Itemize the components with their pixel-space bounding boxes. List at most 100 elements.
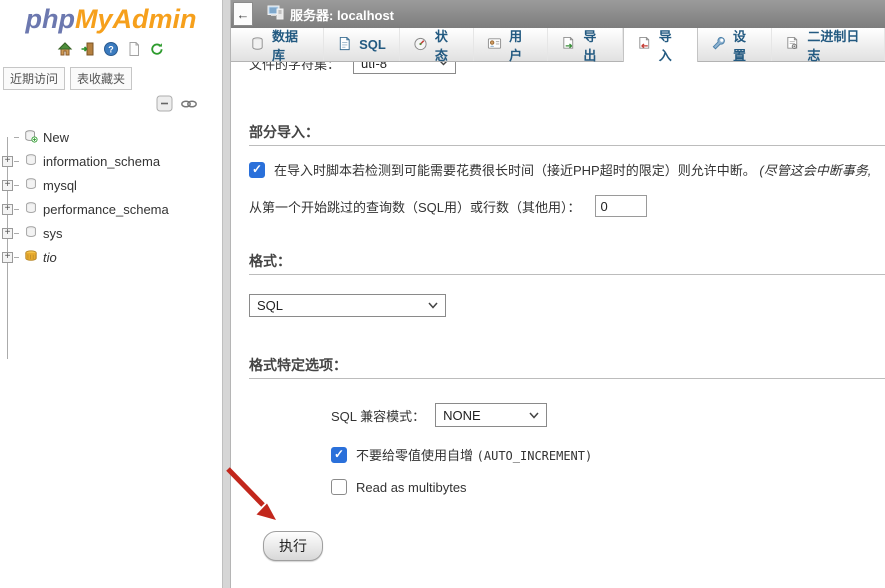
format-select[interactable]: SQL bbox=[249, 294, 446, 317]
logo-php-text: php bbox=[26, 4, 75, 34]
skip-queries-input[interactable] bbox=[595, 195, 647, 217]
tree-item-label: information_schema bbox=[43, 154, 160, 169]
help-icon[interactable]: ? bbox=[103, 41, 119, 57]
server-title-text: 服务器: localhost bbox=[290, 5, 394, 24]
tree-item-tio[interactable]: + tio bbox=[0, 245, 222, 269]
import-page-content: 文件的字符集： utf-8 部分导入： 在导入时脚本若检测到可能需要花费很长时间… bbox=[231, 62, 885, 588]
tree-item-label: mysql bbox=[43, 178, 77, 193]
tree-item-label: New bbox=[43, 130, 69, 145]
tree-item-label: sys bbox=[43, 226, 63, 241]
interrupt-label: 在导入时脚本若检测到可能需要花费很长时间（接近PHP超时的限定）则允许中断。 (… bbox=[274, 160, 871, 179]
export-icon bbox=[561, 36, 576, 54]
database-icon bbox=[24, 225, 38, 242]
chevron-down-icon bbox=[428, 302, 438, 309]
users-icon bbox=[487, 36, 502, 54]
tab-binary-log[interactable]: 二进制日志 bbox=[772, 28, 885, 61]
sql-compat-label: SQL 兼容模式： bbox=[331, 406, 425, 425]
server-icon bbox=[267, 5, 284, 23]
skip-queries-row: 从第一个开始跳过的查询数（SQL用）或行数（其他用）： bbox=[249, 195, 885, 217]
server-titlebar: ← 服务器: localhost bbox=[231, 0, 885, 28]
server-tabbar: 数据库 SQL 状态 用户 导出 bbox=[231, 28, 885, 62]
charset-selected-value: utf-8 bbox=[361, 62, 387, 71]
database-tree: New + information_schema + mysql + perfo… bbox=[0, 125, 222, 269]
tab-label: SQL bbox=[359, 37, 386, 52]
svg-text:?: ? bbox=[108, 45, 114, 55]
tree-toolbar bbox=[0, 95, 198, 115]
home-icon[interactable] bbox=[57, 41, 73, 57]
skip-queries-label: 从第一个开始跳过的查询数（SQL用）或行数（其他用）： bbox=[249, 197, 581, 216]
sidebar-quick-icons: ? bbox=[0, 40, 222, 58]
expand-icon[interactable]: + bbox=[2, 228, 13, 239]
tree-item-label: performance_schema bbox=[43, 202, 169, 217]
chevron-down-icon bbox=[529, 412, 539, 419]
format-selected-value: SQL bbox=[257, 298, 283, 313]
tab-label: 二进制日志 bbox=[807, 26, 871, 64]
multibytes-label: Read as multibytes bbox=[356, 480, 467, 495]
auto-increment-label: 不要给零值使用自增 (AUTO_INCREMENT) bbox=[356, 445, 592, 464]
charset-row: 文件的字符集： utf-8 bbox=[249, 62, 885, 74]
tab-databases[interactable]: 数据库 bbox=[237, 28, 324, 61]
sql-icon bbox=[337, 36, 352, 54]
settings-icon bbox=[711, 36, 726, 54]
expand-icon[interactable]: + bbox=[2, 180, 13, 191]
charset-label: 文件的字符集： bbox=[249, 62, 340, 73]
collapse-sidebar-button[interactable]: ← bbox=[233, 2, 253, 26]
tree-item-mysql[interactable]: + mysql bbox=[0, 173, 222, 197]
status-icon bbox=[413, 36, 428, 54]
chevron-down-icon bbox=[439, 62, 448, 66]
phpmyadmin-logo[interactable]: phpMyAdmin bbox=[0, 4, 222, 35]
collapse-all-icon[interactable] bbox=[156, 95, 173, 115]
tab-users[interactable]: 用户 bbox=[474, 28, 548, 61]
databases-icon bbox=[250, 36, 265, 54]
recent-tables-button[interactable]: 近期访问 bbox=[3, 67, 65, 90]
partial-import-heading: 部分导入： bbox=[249, 122, 885, 146]
database-icon bbox=[24, 177, 38, 194]
go-button[interactable]: 执行 bbox=[263, 531, 323, 561]
multibytes-option-row: Read as multibytes bbox=[331, 479, 885, 495]
database-icon bbox=[24, 201, 38, 218]
import-icon bbox=[637, 36, 652, 54]
binary-log-icon bbox=[785, 36, 800, 54]
auto-increment-checkbox[interactable] bbox=[331, 447, 347, 463]
format-specific-options: SQL 兼容模式： NONE 不要给零值使用自增 (AUTO_INCREMENT… bbox=[331, 403, 885, 495]
tree-item-information-schema[interactable]: + information_schema bbox=[0, 149, 222, 173]
refresh-icon[interactable] bbox=[149, 41, 165, 57]
server-title: 服务器: localhost bbox=[267, 5, 394, 24]
format-heading: 格式： bbox=[249, 251, 885, 275]
multibytes-checkbox[interactable] bbox=[331, 479, 347, 495]
format-options-heading: 格式特定选项： bbox=[249, 355, 885, 379]
expand-icon[interactable]: + bbox=[2, 156, 13, 167]
tree-item-performance-schema[interactable]: + performance_schema bbox=[0, 197, 222, 221]
tab-label: 导出 bbox=[583, 26, 608, 64]
sql-compat-select[interactable]: NONE bbox=[435, 403, 547, 427]
tab-status[interactable]: 状态 bbox=[400, 28, 474, 61]
tree-item-sys[interactable]: + sys bbox=[0, 221, 222, 245]
tab-label: 设置 bbox=[733, 26, 758, 64]
sidebar-resize-handle[interactable] bbox=[222, 0, 231, 588]
interrupt-option-row: 在导入时脚本若检测到可能需要花费很长时间（接近PHP超时的限定）则允许中断。 (… bbox=[249, 160, 885, 179]
link-icon[interactable] bbox=[180, 98, 198, 113]
tab-import[interactable]: 导入 bbox=[623, 28, 698, 62]
auto-increment-code: (AUTO_INCREMENT) bbox=[477, 449, 593, 463]
charset-select[interactable]: utf-8 bbox=[353, 62, 456, 74]
expand-icon[interactable]: + bbox=[2, 252, 13, 263]
tab-label: 导入 bbox=[659, 26, 684, 64]
expand-icon[interactable]: + bbox=[2, 204, 13, 215]
tab-label: 数据库 bbox=[272, 26, 310, 64]
tree-item-label: tio bbox=[43, 250, 57, 265]
interrupt-checkbox[interactable] bbox=[249, 162, 265, 178]
docs-icon[interactable] bbox=[126, 41, 142, 57]
tab-settings[interactable]: 设置 bbox=[698, 28, 772, 61]
new-database-icon bbox=[24, 129, 38, 146]
tab-label: 状态 bbox=[435, 26, 460, 64]
database-icon bbox=[24, 153, 38, 170]
tab-label: 用户 bbox=[509, 26, 534, 64]
main-panel: ← 服务器: localhost 数据库 SQL 状态 bbox=[231, 0, 885, 588]
tree-item-new-database[interactable]: New bbox=[0, 125, 222, 149]
logo-myadmin-text: MyAdmin bbox=[75, 4, 197, 34]
logout-icon[interactable] bbox=[80, 41, 96, 57]
favorite-tables-button[interactable]: 表收藏夹 bbox=[70, 67, 132, 90]
tab-export[interactable]: 导出 bbox=[548, 28, 622, 61]
sql-compat-row: SQL 兼容模式： NONE bbox=[331, 403, 885, 427]
tab-sql[interactable]: SQL bbox=[324, 28, 400, 61]
